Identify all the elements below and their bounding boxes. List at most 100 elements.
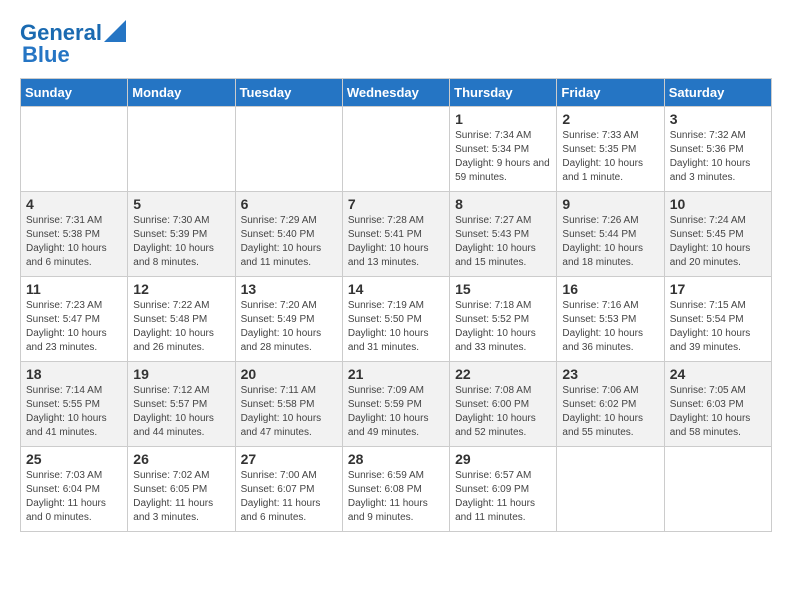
- day-number: 7: [348, 196, 444, 212]
- week-row-1: 1Sunrise: 7:34 AM Sunset: 5:34 PM Daylig…: [21, 107, 772, 192]
- day-info: Sunrise: 7:33 AM Sunset: 5:35 PM Dayligh…: [562, 129, 658, 185]
- day-info: Sunrise: 7:15 AM Sunset: 5:54 PM Dayligh…: [670, 299, 766, 355]
- day-number: 16: [562, 281, 658, 297]
- day-number: 19: [133, 366, 229, 382]
- calendar-cell: 20 Sunrise: 7:11 AM Sunset: 5:58 PM Dayli…: [235, 362, 342, 447]
- day-number: 29: [455, 451, 551, 467]
- day-number: 11: [26, 281, 122, 297]
- day-info: Sunrise: 7:09 AM Sunset: 5:59 PM Dayligh…: [348, 384, 444, 440]
- calendar-cell: 12 Sunrise: 7:22 AM Sunset: 5:48 PM Dayli…: [128, 277, 235, 362]
- week-row-2: 4 Sunrise: 7:31 AM Sunset: 5:38 PM Daylig…: [21, 192, 772, 277]
- calendar-cell: 14 Sunrise: 7:19 AM Sunset: 5:50 PM Dayli…: [342, 277, 449, 362]
- day-info: Sunrise: 7:03 AM Sunset: 6:04 PM Dayligh…: [26, 469, 122, 525]
- calendar-cell: 9 Sunrise: 7:26 AM Sunset: 5:44 PM Daylig…: [557, 192, 664, 277]
- day-number: 17: [670, 281, 766, 297]
- calendar-cell: 25 Sunrise: 7:03 AM Sunset: 6:04 PM Dayli…: [21, 447, 128, 532]
- day-number: 4: [26, 196, 122, 212]
- day-info: Sunrise: 7:11 AM Sunset: 5:58 PM Dayligh…: [241, 384, 337, 440]
- day-number: 2: [562, 111, 658, 127]
- day-info: Sunrise: 7:30 AM Sunset: 5:39 PM Dayligh…: [133, 214, 229, 270]
- calendar-cell: 1Sunrise: 7:34 AM Sunset: 5:34 PM Daylig…: [450, 107, 557, 192]
- day-info: Sunrise: 7:32 AM Sunset: 5:36 PM Dayligh…: [670, 129, 766, 185]
- calendar-cell: [342, 107, 449, 192]
- calendar-cell: 19 Sunrise: 7:12 AM Sunset: 5:57 PM Dayli…: [128, 362, 235, 447]
- calendar-cell: 29 Sunrise: 6:57 AM Sunset: 6:09 PM Dayli…: [450, 447, 557, 532]
- day-info: Sunrise: 7:06 AM Sunset: 6:02 PM Dayligh…: [562, 384, 658, 440]
- page-header: General Blue: [20, 20, 772, 68]
- day-info: Sunrise: 7:00 AM Sunset: 6:07 PM Dayligh…: [241, 469, 337, 525]
- calendar-cell: 22Sunrise: 7:08 AM Sunset: 6:00 PM Dayli…: [450, 362, 557, 447]
- calendar-cell: 21 Sunrise: 7:09 AM Sunset: 5:59 PM Dayli…: [342, 362, 449, 447]
- calendar-cell: 10Sunrise: 7:24 AM Sunset: 5:45 PM Dayli…: [664, 192, 771, 277]
- calendar-table: SundayMondayTuesdayWednesdayThursdayFrid…: [20, 78, 772, 532]
- calendar-cell: 23 Sunrise: 7:06 AM Sunset: 6:02 PM Dayli…: [557, 362, 664, 447]
- day-info: Sunrise: 7:12 AM Sunset: 5:57 PM Dayligh…: [133, 384, 229, 440]
- calendar-cell: 24 Sunrise: 7:05 AM Sunset: 6:03 PM Dayli…: [664, 362, 771, 447]
- day-number: 20: [241, 366, 337, 382]
- day-info: Sunrise: 7:05 AM Sunset: 6:03 PM Dayligh…: [670, 384, 766, 440]
- day-number: 5: [133, 196, 229, 212]
- week-row-4: 18 Sunrise: 7:14 AM Sunset: 5:55 PM Dayli…: [21, 362, 772, 447]
- calendar-cell: 16 Sunrise: 7:16 AM Sunset: 5:53 PM Dayli…: [557, 277, 664, 362]
- calendar-cell: 7 Sunrise: 7:28 AM Sunset: 5:41 PM Daylig…: [342, 192, 449, 277]
- day-info: Sunrise: 7:20 AM Sunset: 5:49 PM Dayligh…: [241, 299, 337, 355]
- calendar-cell: 8Sunrise: 7:27 AM Sunset: 5:43 PM Daylig…: [450, 192, 557, 277]
- calendar-cell: 26 Sunrise: 7:02 AM Sunset: 6:05 PM Dayli…: [128, 447, 235, 532]
- day-info: Sunrise: 6:57 AM Sunset: 6:09 PM Dayligh…: [455, 469, 551, 525]
- day-info: Sunrise: 7:02 AM Sunset: 6:05 PM Dayligh…: [133, 469, 229, 525]
- logo: General Blue: [20, 20, 126, 68]
- day-info: Sunrise: 6:59 AM Sunset: 6:08 PM Dayligh…: [348, 469, 444, 525]
- day-header-saturday: Saturday: [664, 79, 771, 107]
- day-number: 27: [241, 451, 337, 467]
- day-info: Sunrise: 7:16 AM Sunset: 5:53 PM Dayligh…: [562, 299, 658, 355]
- day-number: 24: [670, 366, 766, 382]
- calendar-cell: 11 Sunrise: 7:23 AM Sunset: 5:47 PM Dayli…: [21, 277, 128, 362]
- day-info: Sunrise: 7:34 AM Sunset: 5:34 PM Dayligh…: [455, 129, 551, 185]
- logo-icon: [104, 20, 126, 42]
- calendar-cell: [557, 447, 664, 532]
- day-number: 8: [455, 196, 551, 212]
- day-number: 28: [348, 451, 444, 467]
- calendar-cell: 4 Sunrise: 7:31 AM Sunset: 5:38 PM Daylig…: [21, 192, 128, 277]
- day-number: 6: [241, 196, 337, 212]
- header-row: SundayMondayTuesdayWednesdayThursdayFrid…: [21, 79, 772, 107]
- day-number: 14: [348, 281, 444, 297]
- day-info: Sunrise: 7:29 AM Sunset: 5:40 PM Dayligh…: [241, 214, 337, 270]
- calendar-cell: [128, 107, 235, 192]
- day-header-thursday: Thursday: [450, 79, 557, 107]
- day-header-tuesday: Tuesday: [235, 79, 342, 107]
- calendar-cell: 3 Sunrise: 7:32 AM Sunset: 5:36 PM Daylig…: [664, 107, 771, 192]
- day-info: Sunrise: 7:23 AM Sunset: 5:47 PM Dayligh…: [26, 299, 122, 355]
- logo-blue-text: Blue: [22, 42, 70, 67]
- day-number: 15: [455, 281, 551, 297]
- day-number: 21: [348, 366, 444, 382]
- day-header-friday: Friday: [557, 79, 664, 107]
- calendar-cell: 17 Sunrise: 7:15 AM Sunset: 5:54 PM Dayli…: [664, 277, 771, 362]
- day-number: 23: [562, 366, 658, 382]
- day-number: 25: [26, 451, 122, 467]
- calendar-cell: 13 Sunrise: 7:20 AM Sunset: 5:49 PM Dayli…: [235, 277, 342, 362]
- day-number: 18: [26, 366, 122, 382]
- calendar-cell: 2 Sunrise: 7:33 AM Sunset: 5:35 PM Daylig…: [557, 107, 664, 192]
- day-header-monday: Monday: [128, 79, 235, 107]
- calendar-cell: [235, 107, 342, 192]
- calendar-cell: [664, 447, 771, 532]
- day-info: Sunrise: 7:31 AM Sunset: 5:38 PM Dayligh…: [26, 214, 122, 270]
- day-number: 26: [133, 451, 229, 467]
- day-info: Sunrise: 7:08 AM Sunset: 6:00 PM Dayligh…: [455, 384, 551, 440]
- day-number: 12: [133, 281, 229, 297]
- day-number: 13: [241, 281, 337, 297]
- day-info: Sunrise: 7:28 AM Sunset: 5:41 PM Dayligh…: [348, 214, 444, 270]
- day-number: 9: [562, 196, 658, 212]
- day-info: Sunrise: 7:26 AM Sunset: 5:44 PM Dayligh…: [562, 214, 658, 270]
- day-number: 3: [670, 111, 766, 127]
- week-row-3: 11 Sunrise: 7:23 AM Sunset: 5:47 PM Dayli…: [21, 277, 772, 362]
- day-info: Sunrise: 7:14 AM Sunset: 5:55 PM Dayligh…: [26, 384, 122, 440]
- calendar-cell: 5 Sunrise: 7:30 AM Sunset: 5:39 PM Daylig…: [128, 192, 235, 277]
- calendar-cell: 27 Sunrise: 7:00 AM Sunset: 6:07 PM Dayli…: [235, 447, 342, 532]
- calendar-cell: 28 Sunrise: 6:59 AM Sunset: 6:08 PM Dayli…: [342, 447, 449, 532]
- day-info: Sunrise: 7:19 AM Sunset: 5:50 PM Dayligh…: [348, 299, 444, 355]
- day-info: Sunrise: 7:22 AM Sunset: 5:48 PM Dayligh…: [133, 299, 229, 355]
- calendar-cell: 18 Sunrise: 7:14 AM Sunset: 5:55 PM Dayli…: [21, 362, 128, 447]
- day-header-sunday: Sunday: [21, 79, 128, 107]
